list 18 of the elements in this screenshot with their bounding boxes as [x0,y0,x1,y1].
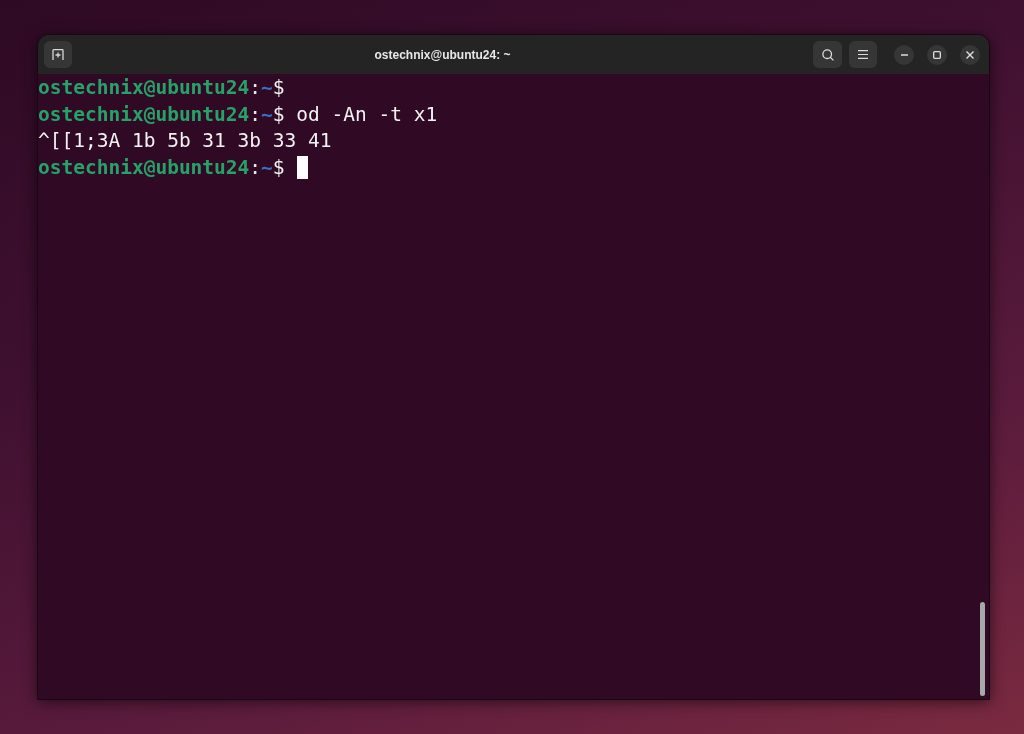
prompt-line: ostechnix@ubuntu24:~$ [38,75,285,101]
output-line: ^[[1;3A 1b 5b 31 3b 33 41 [38,128,332,154]
minimize-icon [900,53,908,56]
prompt-line: ostechnix@ubuntu24:~$ [38,154,285,181]
menu-button[interactable] [849,41,877,68]
prompt-line: ostechnix@ubuntu24:~$ od -An -t x1 [38,101,438,128]
new-tab-button[interactable] [44,41,72,68]
scrollbar-thumb[interactable] [980,602,985,696]
maximize-icon [933,50,941,59]
minimize-button[interactable] [894,44,914,65]
search-button[interactable] [813,41,842,68]
close-icon [966,50,974,59]
window-title: ostechnix@ubuntu24: ~ [374,46,511,64]
menu-icon [858,50,868,59]
maximize-button[interactable] [927,44,947,65]
new-tab-icon [52,49,64,60]
close-button[interactable] [960,44,980,65]
search-icon [821,48,834,61]
